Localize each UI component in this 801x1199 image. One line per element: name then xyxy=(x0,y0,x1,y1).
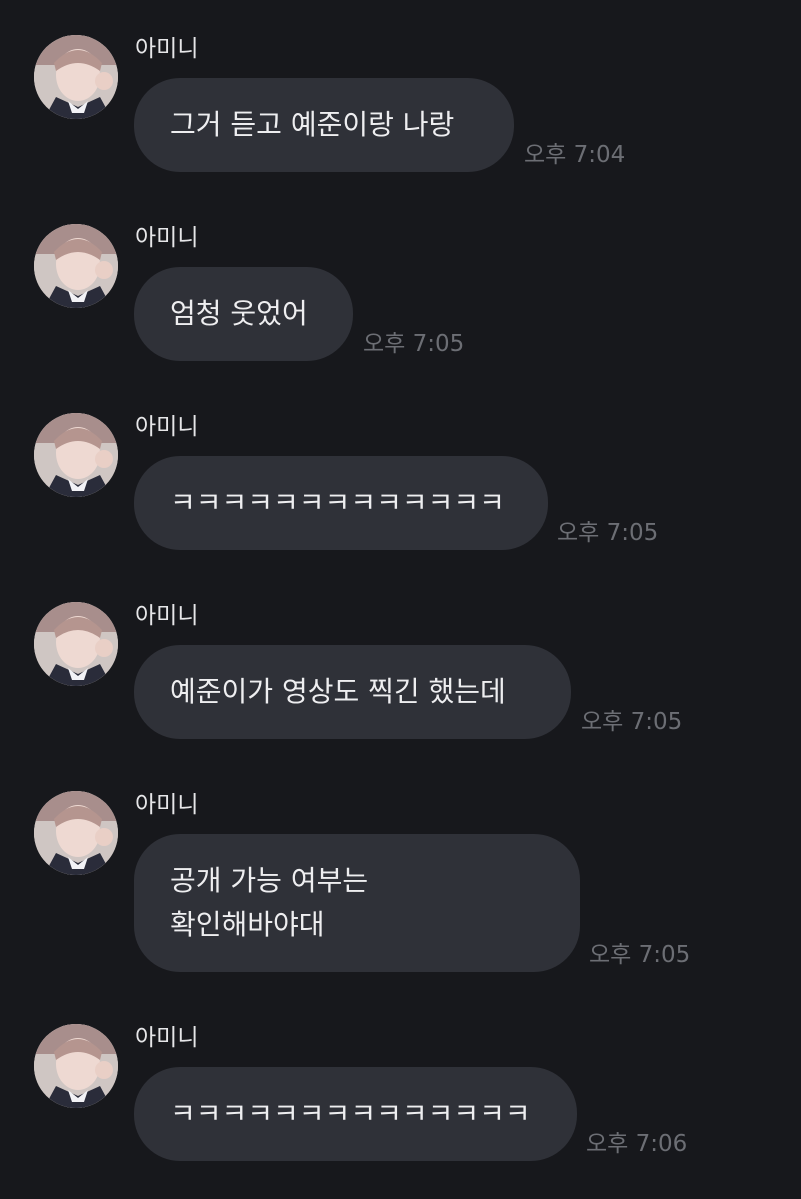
message-bubble[interactable]: 예준이가 영상도 찍긴 했는데 xyxy=(134,645,571,739)
message-bubble[interactable]: 그거 듣고 예준이랑 나랑 xyxy=(134,78,514,172)
profile-photo-icon xyxy=(34,1024,118,1108)
profile-photo-icon xyxy=(34,413,118,497)
sender-name: 아미니 xyxy=(135,225,199,251)
avatar[interactable] xyxy=(34,224,118,308)
profile-photo-icon xyxy=(34,224,118,308)
message-time: 오후 7:05 xyxy=(363,331,465,357)
avatar[interactable] xyxy=(34,35,118,119)
message-bubble[interactable]: ㅋㅋㅋㅋㅋㅋㅋㅋㅋㅋㅋㅋㅋㅋ xyxy=(134,1067,577,1161)
sender-name: 아미니 xyxy=(135,603,199,629)
message-time: 오후 7:04 xyxy=(524,142,626,168)
message-time: 오후 7:06 xyxy=(586,1131,688,1157)
sender-name: 아미니 xyxy=(135,414,199,440)
avatar[interactable] xyxy=(34,791,118,875)
message-time: 오후 7:05 xyxy=(581,709,683,735)
profile-photo-icon xyxy=(34,791,118,875)
message-time: 오후 7:05 xyxy=(589,942,691,968)
sender-name: 아미니 xyxy=(135,36,199,62)
avatar[interactable] xyxy=(34,1024,118,1108)
sender-name: 아미니 xyxy=(135,1025,199,1051)
message-bubble[interactable]: ㅋㅋㅋㅋㅋㅋㅋㅋㅋㅋㅋㅋㅋ xyxy=(134,456,548,550)
message-bubble[interactable]: 엄청 웃었어 xyxy=(134,267,353,361)
chat-thread: 아미니 그거 듣고 예준이랑 나랑 오후 7:04 아미니 엄청 웃었어 오후 … xyxy=(0,0,801,1199)
avatar[interactable] xyxy=(34,602,118,686)
sender-name: 아미니 xyxy=(135,792,199,818)
avatar[interactable] xyxy=(34,413,118,497)
profile-photo-icon xyxy=(34,35,118,119)
profile-photo-icon xyxy=(34,602,118,686)
message-bubble[interactable]: 공개 가능 여부는 확인해바야대 xyxy=(134,834,580,972)
message-time: 오후 7:05 xyxy=(557,520,659,546)
